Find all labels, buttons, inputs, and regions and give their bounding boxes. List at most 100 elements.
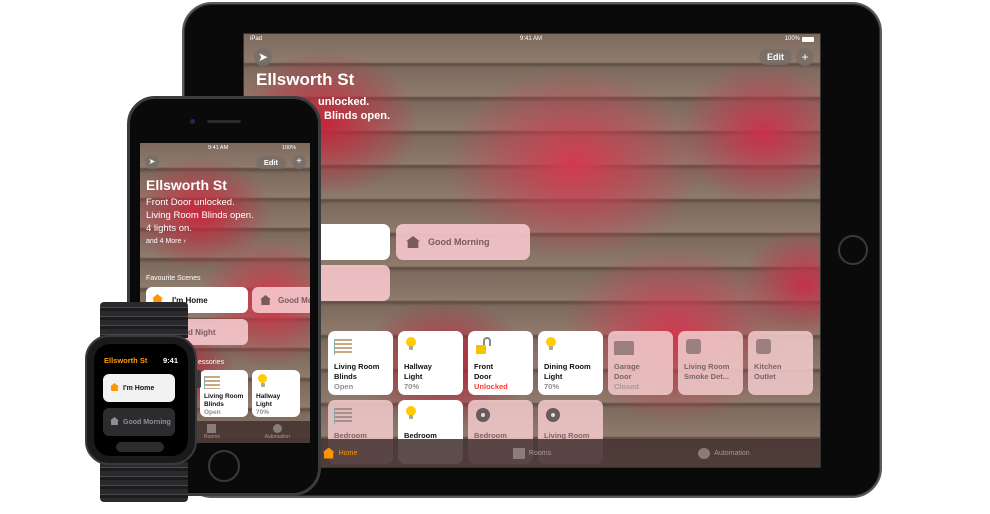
outlet-icon [756,339,771,354]
accessory-name: Blinds [334,372,357,381]
ipad-tab-bar: Home Rooms Automation [244,439,820,467]
ipad-status-time: 9:41 AM [520,36,543,42]
edit-button[interactable]: Edit [255,156,286,169]
accessory-name: Living Room [684,362,730,371]
tab-rooms[interactable]: Rooms [436,439,628,467]
accessory-name: Smoke Det... [684,372,730,381]
tab-automation[interactable]: Automation [628,439,820,467]
watch-scene-next[interactable] [116,442,164,452]
home-title: Ellsworth St [256,70,355,89]
accessory-kitchen-outlet[interactable]: Kitchen Outlet [748,331,813,395]
automation-icon [698,447,711,459]
status-summary-line-1: unlocked. [318,96,370,108]
accessory-state: Unlocked [474,382,508,391]
accessory-state: Open [334,382,354,391]
accessory-name: Light [256,401,272,408]
watch-scene-good-morning[interactable]: Good Morning [103,408,175,436]
fan-icon [546,408,560,422]
add-button[interactable]: + [796,48,814,66]
iphone-status-battery: 100% [281,145,296,151]
location-button[interactable]: ➤ [145,155,159,169]
accessory-name: Outlet [754,372,776,381]
battery-icon [802,37,814,42]
fan-icon [476,408,490,422]
accessory-name: Light [404,372,423,381]
scene-label: Good Morning [428,237,490,247]
accessory-hallway-light[interactable]: Hallway Light 70% [398,331,463,395]
bulb-icon [546,337,556,350]
location-button[interactable]: ➤ [254,48,272,66]
tab-label: Automation [264,434,290,440]
accessory-living-room-blinds[interactable]: Living Room Blinds Open [200,370,248,417]
status-summary-line-3: 4 lights on. [146,223,192,234]
location-arrow-icon: ➤ [257,50,269,64]
watch-scene-im-home[interactable]: I'm Home [103,374,175,402]
accessories-section-label: essories [198,359,225,366]
iphone-status-time: 9:41 AM [208,145,229,151]
tab-label: Automation [714,449,750,457]
accessory-name: Hallway [256,393,281,400]
accessory-name: Light [544,372,563,381]
accessory-name: Hallway [404,362,432,371]
accessory-living-room-smoke-detector[interactable]: Living Room Smoke Det... [678,331,743,395]
tab-label: Rooms [204,434,220,440]
home-icon [322,447,335,459]
watch-time: 9:41 [162,356,178,365]
add-button[interactable]: + [292,155,306,169]
accessory-hallway-light[interactable]: Hallway Light 70% [252,370,300,417]
good-morning-icon [110,417,119,425]
accessory-state: 70% [256,409,270,416]
accessory-state: 70% [544,382,560,391]
scene-label: I'm Home [123,384,155,392]
ipad-home-button[interactable] [838,235,868,265]
accessory-state: Open [204,409,221,416]
location-arrow-icon: ➤ [148,157,156,166]
ipad-screen: iPad 9:41 AM 100% ➤ Edit + Ellsworth St … [243,33,821,468]
status-summary-line-2: Blinds open. [324,110,390,122]
accessory-name: Door [614,372,632,381]
tab-automation[interactable]: Automation [245,421,310,443]
home-icon [110,383,119,391]
scene-good-morning[interactable]: Good Mo [252,287,310,313]
garage-icon [614,341,634,355]
bulb-icon [406,406,416,419]
iphone-home-button[interactable] [208,450,240,482]
good-morning-icon [260,295,271,305]
accessory-front-door[interactable]: Front Door Unlocked [468,331,533,395]
scene-good-morning[interactable]: Good Morning [396,224,530,260]
accessory-name: Door [474,372,492,381]
watch-band-top [100,302,188,338]
accessory-living-room-blinds[interactable]: Living Room Blinds Open [328,331,393,395]
accessory-garage-door[interactable]: Garage Door Closed [608,331,673,395]
accessory-name: Garage [614,362,640,371]
tab-label: Rooms [528,449,552,457]
blinds-icon [334,339,352,355]
iphone-camera [190,119,195,124]
watch-home-title: Ellsworth St [104,356,148,365]
ipad-status-battery: 100% [784,36,800,42]
rooms-icon [207,424,217,433]
home-title: Ellsworth St [146,177,227,193]
lock-icon [474,337,527,359]
accessory-dining-room-light[interactable]: Dining Room Light 70% [538,331,603,395]
watch-digital-crown[interactable] [195,370,201,388]
more-link[interactable]: and 4 More › [146,238,186,245]
bulb-icon [406,337,416,350]
scene-label: Good Morning [123,418,171,426]
accessory-name: Living Room [204,393,244,400]
accessory-name: Dining Room [544,362,591,371]
status-summary-line-1: Front Door unlocked. [146,197,235,208]
edit-button[interactable]: Edit [759,49,792,65]
watch-band-bottom [100,462,188,502]
accessory-state: 70% [404,382,420,391]
favourite-scenes-label: Favourite Scenes [146,275,201,282]
automation-icon [272,424,282,433]
accessory-name: Blinds [204,401,224,408]
accessory-name: Front [474,362,494,371]
accessory-name: Kitchen [754,362,782,371]
status-summary-line-2: Living Room Blinds open. [146,210,254,221]
watch-screen: Ellsworth St 9:41 I'm Home Good Morning [94,344,188,456]
blinds-icon [334,408,352,424]
accessory-name: Living Room [334,362,380,371]
accessory-state: Closed [614,382,640,391]
